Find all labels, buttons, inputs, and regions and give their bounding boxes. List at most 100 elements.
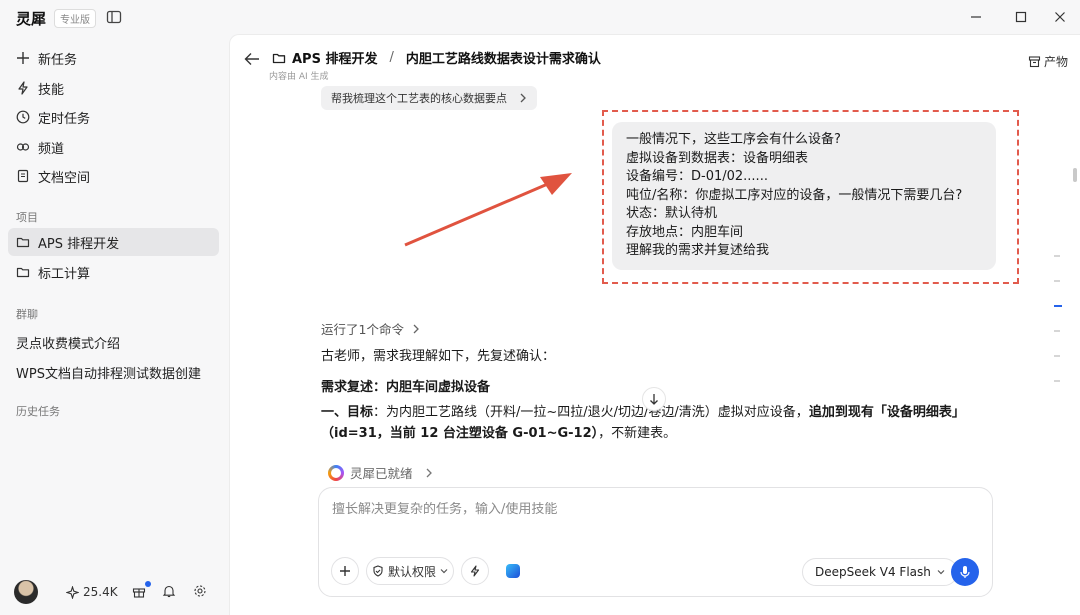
minimize-icon[interactable]: [969, 10, 983, 24]
agent-status-label: 灵犀已就绪: [350, 466, 413, 481]
app-name: 灵犀: [16, 10, 47, 28]
minimap-tick[interactable]: [1054, 380, 1060, 382]
user-message-line: 存放地点：内胆车间: [626, 224, 744, 240]
avatar[interactable]: [14, 580, 38, 604]
skills-button[interactable]: [461, 557, 489, 585]
microphone-icon: [960, 566, 970, 578]
projects-section-title: 项目: [16, 211, 38, 224]
composer: 默认权限 DeepSeek V4 Flash: [318, 487, 993, 597]
minimap-tick-active[interactable]: [1054, 305, 1062, 307]
shield-icon: [373, 565, 383, 577]
assistant-reply: 古老师，需求我理解如下，先复述确认： 需求复述：内胆车间虚拟设备 一、目标：为内…: [321, 346, 1011, 444]
sidebar-footer: 25.4K: [0, 571, 229, 615]
notification-dot: [145, 581, 151, 587]
permission-dropdown[interactable]: 默认权限: [366, 557, 454, 585]
annotation-arrow: [404, 173, 572, 247]
command-summary[interactable]: 运行了1个命令: [321, 319, 420, 338]
nav-label: 新任务: [38, 52, 78, 68]
user-message-line: 状态：默认待机: [626, 206, 718, 221]
groups-section-title: 群聊: [16, 308, 38, 321]
user-message-line: 吨位/名称：你虚拟工序对应的设备，一般情况下需要几台?: [626, 187, 963, 203]
arrow-down-icon: [650, 394, 658, 405]
chevron-right-icon: [413, 324, 419, 333]
chevron-down-icon: [440, 569, 448, 574]
bolt-icon: [470, 565, 480, 577]
app-shortcut-icon: [506, 564, 520, 578]
user-message-line: 虚拟设备到数据表：设备明细表: [626, 150, 809, 166]
products-label: 产物: [1043, 55, 1068, 69]
document-icon: [17, 169, 29, 183]
reply-heading: 需求复述：内胆车间虚拟设备: [321, 380, 491, 395]
goal-text: ：为内胆工艺路线（开料/一拉~四拉/退火/切边/卷边/清洗）虚拟对应设备，: [373, 405, 809, 420]
chevron-right-icon: [426, 468, 432, 477]
minimap-tick[interactable]: [1054, 255, 1060, 257]
maximize-icon[interactable]: [1014, 10, 1028, 24]
nav-label: 文档空间: [38, 170, 91, 186]
plus-icon: [340, 566, 350, 576]
suggestion-chip-label: 帮我梳理这个工艺表的核心数据要点: [331, 92, 507, 105]
breadcrumb-project[interactable]: APS 排程开发: [292, 48, 377, 67]
gear-icon[interactable]: [193, 584, 207, 598]
sidebar-toggle-icon[interactable]: [106, 9, 122, 25]
back-arrow-icon[interactable]: [244, 52, 260, 66]
brand: 灵犀 专业版: [16, 8, 97, 29]
credits-counter[interactable]: 25.4K: [66, 585, 118, 599]
breadcrumb-separator: /: [389, 50, 394, 65]
chevron-down-icon: [937, 570, 945, 575]
nav-new-task[interactable]: 新任务: [8, 44, 219, 72]
folder-icon: [272, 53, 286, 63]
suggestion-chip[interactable]: 帮我梳理这个工艺表的核心数据要点: [321, 86, 537, 110]
page-title: 内胆工艺路线数据表设计需求确认: [405, 52, 601, 67]
nav-label: 技能: [38, 82, 65, 98]
nav-channels[interactable]: 频道: [8, 133, 219, 161]
main-panel: APS 排程开发 / 内胆工艺路线数据表设计需求确认 内容由 AI 生成 产物 …: [229, 34, 1080, 615]
message-minimap[interactable]: [1054, 255, 1062, 405]
nav-label: 定时任务: [38, 111, 91, 127]
model-selector[interactable]: DeepSeek V4 Flash: [802, 558, 958, 586]
scrollbar-thumb[interactable]: [1073, 168, 1077, 182]
agent-status[interactable]: 灵犀已就绪: [328, 463, 433, 482]
minimap-tick[interactable]: [1054, 280, 1060, 282]
project-label: APS 排程开发: [38, 236, 120, 252]
group-item[interactable]: WPS文档自动排程测试数据创建: [16, 363, 201, 382]
user-message-line: 理解我的需求并复述给我: [626, 243, 770, 258]
message-input[interactable]: [332, 502, 972, 517]
project-label: 标工计算: [38, 266, 91, 282]
voice-input-button[interactable]: [951, 558, 979, 586]
nav-skills[interactable]: 技能: [8, 74, 219, 102]
ai-generated-note: 内容由 AI 生成: [269, 72, 329, 82]
chevron-right-icon: [520, 93, 526, 103]
command-summary-label: 运行了1个命令: [321, 322, 404, 337]
breadcrumb: APS 排程开发 / 内胆工艺路线数据表设计需求确认: [272, 48, 601, 67]
edition-badge: 专业版: [54, 9, 97, 28]
minimap-tick[interactable]: [1054, 355, 1060, 357]
nav-doc-space[interactable]: 文档空间: [8, 162, 219, 190]
reply-goal: 一、目标：为内胆工艺路线（开料/一拉~四拉/退火/切边/卷边/清洗）虚拟对应设备…: [321, 402, 1011, 444]
agent-logo-icon: [328, 464, 344, 481]
history-section-title: 历史任务: [16, 405, 60, 418]
user-message-line: 设备编号：D-01/02......: [626, 169, 768, 184]
bell-icon[interactable]: [162, 584, 176, 598]
group-item[interactable]: 灵点收费模式介绍: [16, 333, 120, 352]
scroll-down-button[interactable]: [642, 387, 666, 411]
permission-label: 默认权限: [387, 564, 436, 579]
nav-label: 频道: [38, 141, 65, 157]
goal-tail: ，不新建表。: [598, 426, 677, 441]
gift-icon[interactable]: [132, 584, 146, 598]
sidebar: 灵犀 专业版 新任务 技能 定时任务 频道 文档空间 项目 APS 排程开发 标…: [0, 0, 229, 615]
folder-icon: [16, 267, 30, 278]
close-icon[interactable]: [1053, 10, 1067, 24]
credits-value: 25.4K: [83, 585, 118, 599]
minimap-tick[interactable]: [1054, 330, 1060, 332]
products-button[interactable]: 产物: [1028, 53, 1068, 70]
reply-intro: 古老师，需求我理解如下，先复述确认：: [321, 349, 556, 364]
user-message: 一般情况下，这些工序会有什么设备? 虚拟设备到数据表：设备明细表 设备编号：D-01…: [612, 122, 996, 270]
chat-header: APS 排程开发 / 内胆工艺路线数据表设计需求确认 内容由 AI 生成 产物: [244, 45, 1068, 82]
project-item-labor[interactable]: 标工计算: [8, 258, 219, 286]
nav-scheduled-tasks[interactable]: 定时任务: [8, 103, 219, 131]
plus-icon: [17, 52, 29, 64]
link-icon: [16, 143, 30, 151]
project-item-aps[interactable]: APS 排程开发: [8, 228, 219, 256]
add-attachment-button[interactable]: [331, 557, 359, 585]
app-shortcut-button[interactable]: [499, 557, 527, 585]
